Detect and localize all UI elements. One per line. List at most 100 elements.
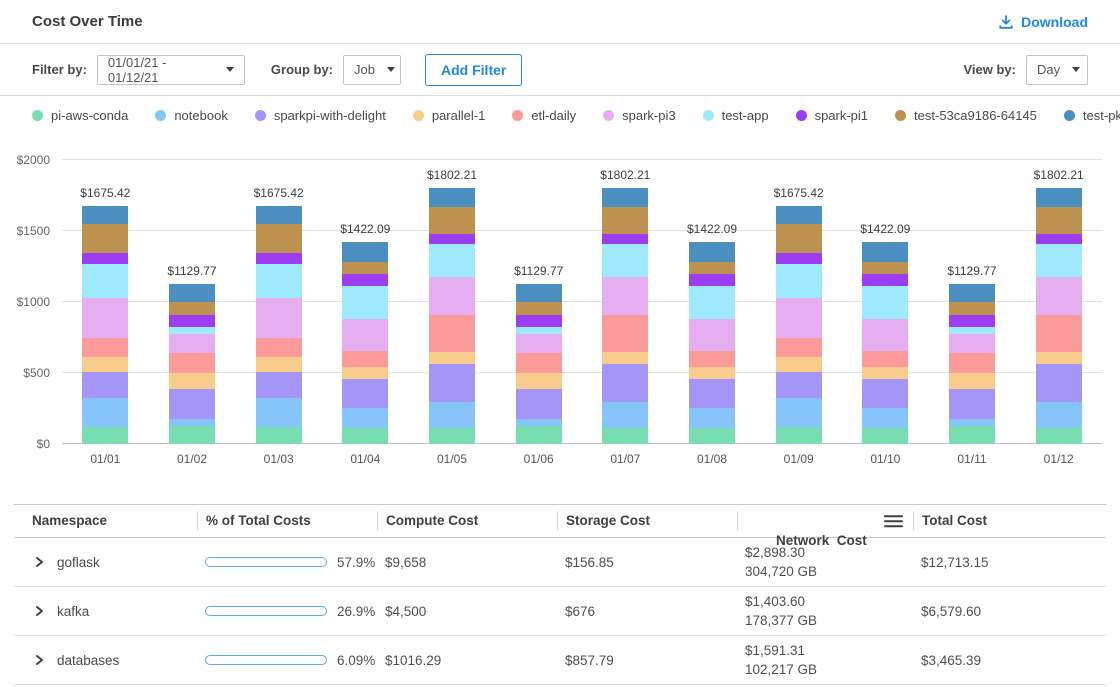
bar-stack-01-04[interactable] <box>342 242 388 444</box>
bar-segment-pi-aws-conda[interactable] <box>516 426 562 444</box>
bar-segment-parallel-1[interactable] <box>776 357 822 372</box>
download-button[interactable]: Download <box>998 14 1088 30</box>
bar-segment-parallel-1[interactable] <box>429 352 475 364</box>
bar-segment-etl-daily[interactable] <box>429 315 475 352</box>
bar-segment-test-pkix[interactable] <box>516 284 562 302</box>
bar-segment-etl-daily[interactable] <box>82 338 128 357</box>
bar-segment-test-pkix[interactable] <box>169 284 215 302</box>
bar-segment-etl-daily[interactable] <box>689 351 735 366</box>
bar-segment-parallel-1[interactable] <box>689 367 735 379</box>
bar-segment-parallel-1[interactable] <box>342 367 388 379</box>
bar-segment-sparkpi-with-delight[interactable] <box>776 372 822 398</box>
bar-segment-notebook[interactable] <box>1036 402 1082 429</box>
bar-segment-test-53ca9186-64145[interactable] <box>1036 207 1082 234</box>
bar-segment-notebook[interactable] <box>429 402 475 429</box>
bar-segment-pi-aws-conda[interactable] <box>776 427 822 444</box>
date-range-select[interactable]: 01/01/21 - 01/12/21 <box>97 55 245 85</box>
bar-segment-test-pkix[interactable] <box>256 206 302 223</box>
bar-segment-test-53ca9186-64145[interactable] <box>256 224 302 254</box>
bar-segment-spark-pi3[interactable] <box>516 334 562 353</box>
bar-segment-pi-aws-conda[interactable] <box>82 427 128 444</box>
bar-segment-notebook[interactable] <box>256 398 302 427</box>
bar-segment-spark-pi1[interactable] <box>862 274 908 286</box>
bar-segment-parallel-1[interactable] <box>949 373 995 389</box>
legend-item-parallel-1[interactable]: parallel-1 <box>413 108 485 123</box>
legend-item-pi-aws-conda[interactable]: pi-aws-conda <box>32 108 128 123</box>
bar-segment-spark-pi3[interactable] <box>949 334 995 353</box>
bar-segment-test-app[interactable] <box>689 286 735 320</box>
legend-item-test-pkix[interactable]: test-pkix <box>1064 108 1120 123</box>
bar-segment-notebook[interactable] <box>862 408 908 428</box>
bar-segment-spark-pi3[interactable] <box>342 319 388 351</box>
legend-item-sparkpi-with-delight[interactable]: sparkpi-with-delight <box>255 108 386 123</box>
bar-segment-notebook[interactable] <box>342 408 388 428</box>
bar-segment-notebook[interactable] <box>82 398 128 427</box>
bar-segment-test-app[interactable] <box>256 264 302 298</box>
bar-segment-test-app[interactable] <box>602 244 648 277</box>
bar-segment-pi-aws-conda[interactable] <box>256 427 302 444</box>
bar-segment-etl-daily[interactable] <box>256 338 302 357</box>
legend-item-notebook[interactable]: notebook <box>155 108 228 123</box>
bar-segment-test-pkix[interactable] <box>429 188 475 206</box>
bar-segment-spark-pi1[interactable] <box>689 274 735 286</box>
bar-segment-sparkpi-with-delight[interactable] <box>256 372 302 398</box>
bar-segment-spark-pi3[interactable] <box>429 277 475 315</box>
bar-segment-parallel-1[interactable] <box>862 367 908 379</box>
bar-stack-01-02[interactable] <box>169 284 215 444</box>
bar-segment-test-app[interactable] <box>1036 244 1082 277</box>
bar-segment-pi-aws-conda[interactable] <box>1036 428 1082 444</box>
bar-segment-parallel-1[interactable] <box>169 373 215 389</box>
bar-segment-parallel-1[interactable] <box>256 357 302 372</box>
bar-segment-etl-daily[interactable] <box>516 353 562 373</box>
legend-item-test-53ca9186-64145[interactable]: test-53ca9186-64145 <box>895 108 1037 123</box>
bar-segment-test-pkix[interactable] <box>602 188 648 206</box>
bar-segment-notebook[interactable] <box>776 398 822 427</box>
bar-segment-test-pkix[interactable] <box>342 242 388 262</box>
bar-segment-spark-pi1[interactable] <box>776 253 822 264</box>
bar-segment-test-pkix[interactable] <box>776 206 822 223</box>
bar-segment-test-53ca9186-64145[interactable] <box>169 302 215 315</box>
expand-row-button[interactable] <box>32 604 46 618</box>
bar-segment-pi-aws-conda[interactable] <box>689 428 735 444</box>
bar-segment-pi-aws-conda[interactable] <box>862 428 908 444</box>
legend-item-spark-pi3[interactable]: spark-pi3 <box>603 108 675 123</box>
bar-segment-spark-pi3[interactable] <box>256 298 302 338</box>
bar-segment-test-53ca9186-64145[interactable] <box>689 262 735 274</box>
bar-segment-sparkpi-with-delight[interactable] <box>342 379 388 407</box>
bar-segment-etl-daily[interactable] <box>602 315 648 352</box>
bar-stack-01-01[interactable] <box>82 206 128 444</box>
bar-segment-spark-pi1[interactable] <box>256 253 302 264</box>
bar-segment-test-53ca9186-64145[interactable] <box>776 224 822 254</box>
bar-segment-sparkpi-with-delight[interactable] <box>429 364 475 402</box>
bar-segment-test-53ca9186-64145[interactable] <box>429 207 475 234</box>
bar-segment-spark-pi1[interactable] <box>1036 234 1082 244</box>
bar-segment-test-app[interactable] <box>429 244 475 277</box>
group-by-select[interactable]: Job <box>343 55 401 85</box>
bar-segment-test-app[interactable] <box>776 264 822 298</box>
bar-segment-sparkpi-with-delight[interactable] <box>1036 364 1082 402</box>
bar-segment-etl-daily[interactable] <box>1036 315 1082 352</box>
bar-segment-pi-aws-conda[interactable] <box>602 428 648 444</box>
bar-segment-test-app[interactable] <box>82 264 128 298</box>
bar-segment-parallel-1[interactable] <box>516 373 562 389</box>
bar-segment-spark-pi1[interactable] <box>602 234 648 244</box>
bar-segment-etl-daily[interactable] <box>169 353 215 373</box>
expand-row-button[interactable] <box>32 555 46 569</box>
bar-segment-spark-pi3[interactable] <box>602 277 648 315</box>
bar-segment-etl-daily[interactable] <box>862 351 908 366</box>
bar-segment-test-53ca9186-64145[interactable] <box>516 302 562 315</box>
bar-segment-spark-pi1[interactable] <box>949 315 995 328</box>
column-menu-icon[interactable] <box>884 512 903 530</box>
bar-segment-pi-aws-conda[interactable] <box>342 428 388 444</box>
bar-segment-spark-pi3[interactable] <box>689 319 735 351</box>
bar-segment-parallel-1[interactable] <box>602 352 648 364</box>
bar-segment-sparkpi-with-delight[interactable] <box>169 389 215 419</box>
bar-segment-etl-daily[interactable] <box>342 351 388 366</box>
bar-segment-spark-pi3[interactable] <box>862 319 908 351</box>
bar-segment-test-pkix[interactable] <box>949 284 995 302</box>
bar-segment-test-app[interactable] <box>862 286 908 320</box>
bar-segment-pi-aws-conda[interactable] <box>169 426 215 444</box>
bar-stack-01-08[interactable] <box>689 242 735 444</box>
bar-segment-spark-pi1[interactable] <box>429 234 475 244</box>
add-filter-button[interactable]: Add Filter <box>425 54 522 86</box>
